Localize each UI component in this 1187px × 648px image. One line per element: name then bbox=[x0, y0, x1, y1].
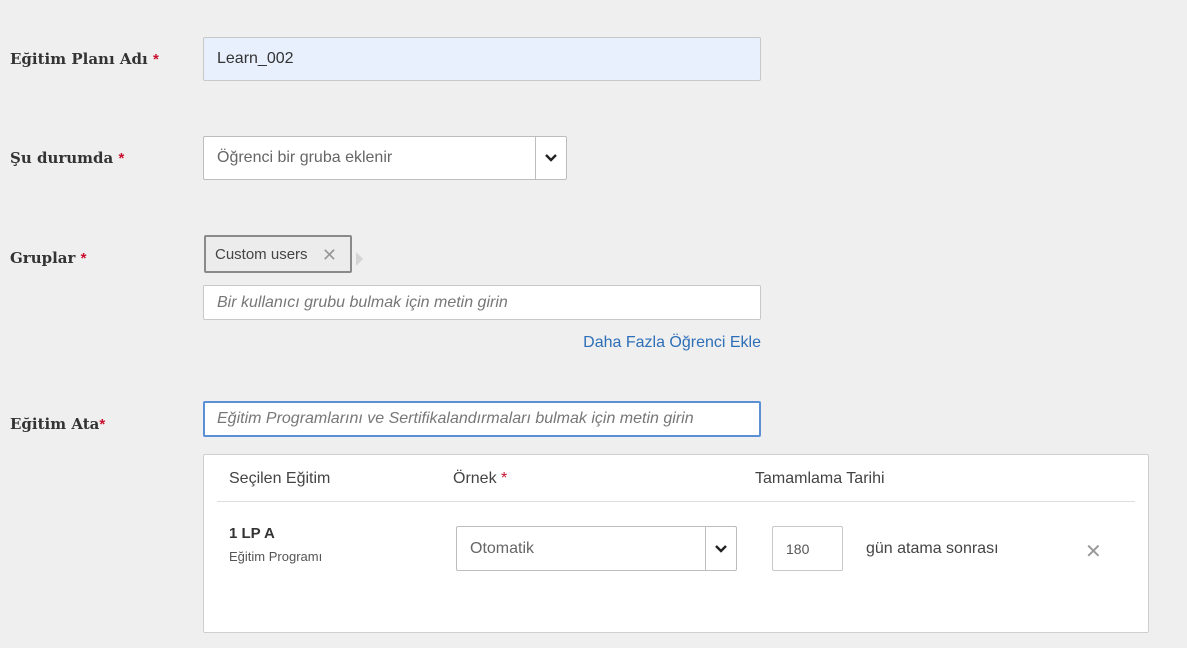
group-tag-label: Custom users bbox=[215, 245, 308, 263]
groups-label-text: Gruplar bbox=[10, 249, 76, 267]
chevron-down-icon bbox=[715, 544, 727, 553]
selected-training-table: Seçilen Eğitim Örnek * Tamamlama Tarihi … bbox=[203, 454, 1149, 633]
groups-label: Gruplar * bbox=[10, 249, 87, 267]
add-more-students-link[interactable]: Daha Fazla Öğrenci Ekle bbox=[583, 334, 761, 352]
condition-label-text: Şu durumda bbox=[10, 149, 114, 167]
column-header-completion-date: Tamamlama Tarihi bbox=[755, 470, 885, 487]
column-header-instance-text: Örnek bbox=[453, 470, 497, 487]
chevron-down-icon bbox=[545, 154, 557, 162]
assign-training-label: Eğitim Ata* bbox=[10, 415, 105, 433]
group-search-input[interactable]: Bir kullanıcı grubu bulmak için metin gi… bbox=[203, 285, 761, 320]
plan-name-value: Learn_002 bbox=[217, 50, 294, 67]
instance-selected-value: Otomatik bbox=[470, 539, 535, 557]
training-type: Eğitim Programı bbox=[229, 549, 323, 564]
required-mark: * bbox=[152, 51, 159, 68]
completion-days-value: 180 bbox=[786, 540, 810, 557]
condition-dropdown-toggle[interactable] bbox=[535, 137, 566, 179]
training-search-input[interactable]: Eğitim Programlarını ve Sertifikalandırm… bbox=[203, 401, 761, 437]
instance-select[interactable]: Otomatik bbox=[456, 526, 737, 571]
completion-days-input[interactable]: 180 bbox=[772, 526, 843, 571]
column-header-selected-training: Seçilen Eğitim bbox=[229, 470, 331, 487]
column-header-instance: Örnek * bbox=[453, 470, 507, 488]
training-search-placeholder: Eğitim Programlarını ve Sertifikalandırm… bbox=[217, 410, 694, 427]
condition-select[interactable]: Öğrenci bir gruba eklenir bbox=[203, 136, 567, 180]
training-name: 1 LP A bbox=[229, 525, 275, 542]
completion-days-suffix: gün atama sonrası bbox=[866, 540, 999, 557]
required-mark: * bbox=[80, 250, 87, 267]
tag-caret-icon bbox=[356, 252, 363, 266]
table-divider bbox=[217, 501, 1135, 502]
plan-name-input[interactable]: Learn_002 bbox=[203, 37, 761, 81]
group-tag: Custom users ✕ bbox=[204, 235, 352, 273]
assign-training-label-text: Eğitim Ata bbox=[10, 415, 100, 433]
plan-name-label: Eğitim Planı Adı * bbox=[10, 50, 159, 68]
required-mark: * bbox=[99, 416, 106, 433]
condition-label: Şu durumda * bbox=[10, 149, 124, 167]
instance-dropdown-toggle[interactable] bbox=[705, 527, 736, 570]
group-search-placeholder: Bir kullanıcı grubu bulmak için metin gi… bbox=[217, 293, 508, 311]
required-mark: * bbox=[118, 150, 125, 167]
condition-selected-value: Öğrenci bir gruba eklenir bbox=[217, 149, 393, 166]
remove-tag-close-icon[interactable]: ✕ bbox=[322, 245, 337, 266]
plan-name-label-text: Eğitim Planı Adı bbox=[10, 50, 148, 68]
remove-row-close-icon[interactable]: ✕ bbox=[1085, 539, 1102, 564]
required-mark: * bbox=[501, 470, 508, 487]
